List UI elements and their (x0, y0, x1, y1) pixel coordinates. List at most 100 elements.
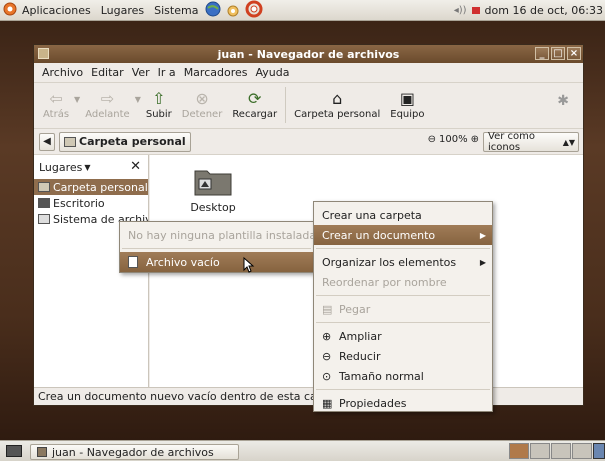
sidebar-type-select[interactable]: Lugares (39, 161, 82, 174)
file-manager-icon (37, 447, 47, 457)
path-crumb-home[interactable]: Carpeta personal (59, 131, 191, 152)
zoom-out-item[interactable]: ⊖ Reducir (314, 346, 492, 366)
status-text: Crea un documento nuevo vacío dentro de … (38, 390, 347, 403)
workspace-4[interactable] (572, 443, 592, 459)
maximize-button[interactable]: □ (551, 47, 565, 60)
sidebar-item-label: Escritorio (53, 196, 105, 210)
menu-separator (316, 389, 490, 390)
menu-separator (316, 322, 490, 323)
back-arrow-icon: ⇦ (49, 88, 63, 108)
sort-by-name-item: Reordenar por nombre (314, 272, 492, 292)
trash-icon[interactable] (593, 443, 605, 459)
taskbar-item-file-manager[interactable]: juan - Navegador de archivos (30, 444, 239, 460)
menu-item-label: Tamaño normal (339, 369, 424, 383)
home-button[interactable]: ⌂ Carpeta personal (289, 87, 385, 121)
zoom-in-icon[interactable]: ⊕ (471, 134, 479, 145)
throbber-icon: ✱ (557, 93, 569, 109)
sidebar-close-icon[interactable]: ✕ (130, 159, 141, 174)
menu-item-label: Organizar los elementos (322, 255, 457, 269)
workspace-1[interactable] (509, 443, 529, 459)
gnome-foot-icon[interactable] (0, 2, 17, 19)
home-folder-icon (38, 182, 50, 192)
properties-item[interactable]: ▦ Propiedades (314, 393, 492, 413)
menu-item-label: Crear una carpeta (322, 208, 422, 222)
window-menu-icon[interactable] (38, 48, 49, 59)
stop-icon: ⊗ (195, 88, 209, 108)
view-as-label: Ver como iconos (488, 131, 535, 153)
chevron-down-icon: ▼ (84, 162, 91, 172)
clock[interactable]: dom 16 de oct, 06:33 (485, 4, 603, 17)
stop-button[interactable]: ⊗ Detener (177, 87, 228, 121)
empty-file-icon (128, 256, 138, 268)
zoom-normal-icon: ⊙ (322, 369, 332, 383)
help-launcher-icon[interactable] (243, 0, 265, 21)
menu-separator (316, 295, 490, 296)
location-bar: ◀ Carpeta personal ⊖ 100% ⊕ Ver como ico… (34, 129, 583, 155)
path-crumb-label: Carpeta personal (79, 135, 186, 148)
desktop-folder-icon (194, 170, 232, 196)
properties-icon: ▦ (322, 396, 333, 410)
sidebar-item-desktop[interactable]: Escritorio (34, 195, 148, 211)
zoom-out-icon[interactable]: ⊖ (428, 134, 436, 145)
workspace-2[interactable] (530, 443, 550, 459)
menu-aplicaciones[interactable]: Aplicaciones (17, 4, 96, 17)
zoom-level[interactable]: 100% (439, 134, 468, 145)
menu-item-label: Reordenar por nombre (322, 275, 447, 289)
menu-ver[interactable]: Ver (128, 66, 154, 79)
mouse-cursor-icon (243, 257, 255, 273)
menu-editar[interactable]: Editar (87, 66, 128, 79)
create-document-item[interactable]: Crear un documento ▶ (314, 225, 492, 245)
reload-label: Recargar (232, 109, 278, 120)
reload-button[interactable]: ⟳ Recargar (227, 87, 282, 121)
menu-item-label: Pegar (339, 302, 371, 316)
menu-archivo[interactable]: Archivo (38, 66, 87, 79)
menu-item-label: Ampliar (339, 329, 382, 343)
window-titlebar[interactable]: juan - Navegador de archivos _ □ × (34, 45, 583, 63)
sidebar-header[interactable]: Lugares ▼ ✕ (34, 155, 148, 179)
network-icon[interactable] (471, 7, 480, 14)
back-button[interactable]: ⇦ Atrás (38, 87, 74, 121)
show-desktop-icon[interactable] (6, 445, 22, 457)
forward-button[interactable]: ⇨ Adelante (80, 87, 134, 121)
menu-item-label: Crear un documento (322, 228, 436, 242)
menu-sistema[interactable]: Sistema (149, 4, 203, 17)
home-folder-icon (64, 136, 76, 147)
arrange-items-item[interactable]: Organizar los elementos ▶ (314, 252, 492, 272)
taskbar-item-label: juan - Navegador de archivos (52, 445, 214, 459)
menu-ayuda[interactable]: Ayuda (251, 66, 293, 79)
computer-icon: ▣ (399, 88, 415, 108)
forward-arrow-icon: ⇨ (100, 88, 115, 108)
path-back-button[interactable]: ◀ (39, 132, 55, 151)
web-browser-launcher-icon[interactable] (203, 1, 223, 20)
sidebar-item-home[interactable]: Carpeta personal (34, 179, 148, 195)
submenu-arrow-icon: ▶ (479, 257, 486, 267)
menu-separator (316, 248, 490, 249)
forward-label: Adelante (85, 109, 130, 120)
view-as-select[interactable]: Ver como iconos ▲▼ (483, 131, 579, 153)
zoom-control: ⊖ 100% ⊕ (428, 134, 479, 145)
email-launcher-icon[interactable] (223, 1, 243, 20)
normal-size-item[interactable]: ⊙ Tamaño normal (314, 366, 492, 386)
create-folder-item[interactable]: Crear una carpeta (314, 205, 492, 225)
zoom-in-icon: ⊕ (322, 329, 332, 343)
create-document-submenu: No hay ninguna plantilla instalada Archi… (119, 221, 316, 273)
volume-icon[interactable]: ◂)) (454, 5, 467, 16)
zoom-out-icon: ⊖ (322, 349, 332, 363)
window-title: juan - Navegador de archivos (217, 47, 400, 61)
home-icon: ⌂ (332, 88, 343, 108)
zoom-in-item[interactable]: ⊕ Ampliar (314, 326, 492, 346)
drive-icon (38, 214, 50, 224)
computer-button[interactable]: ▣ Equipo (385, 87, 429, 121)
close-button[interactable]: × (567, 47, 581, 60)
menu-lugares[interactable]: Lugares (96, 4, 149, 17)
workspace-3[interactable] (551, 443, 571, 459)
up-button[interactable]: ⇧ Subir (141, 87, 177, 121)
file-item[interactable]: Desktop (178, 165, 248, 214)
bottom-panel: juan - Navegador de archivos (0, 440, 605, 461)
up-arrow-icon: ⇧ (152, 88, 166, 108)
empty-file-item[interactable]: Archivo vacío (120, 252, 313, 273)
menu-separator (122, 248, 311, 249)
minimize-button[interactable]: _ (535, 47, 549, 60)
menu-marcadores[interactable]: Marcadores (180, 66, 252, 79)
menu-ir-a[interactable]: Ir a (154, 66, 180, 79)
